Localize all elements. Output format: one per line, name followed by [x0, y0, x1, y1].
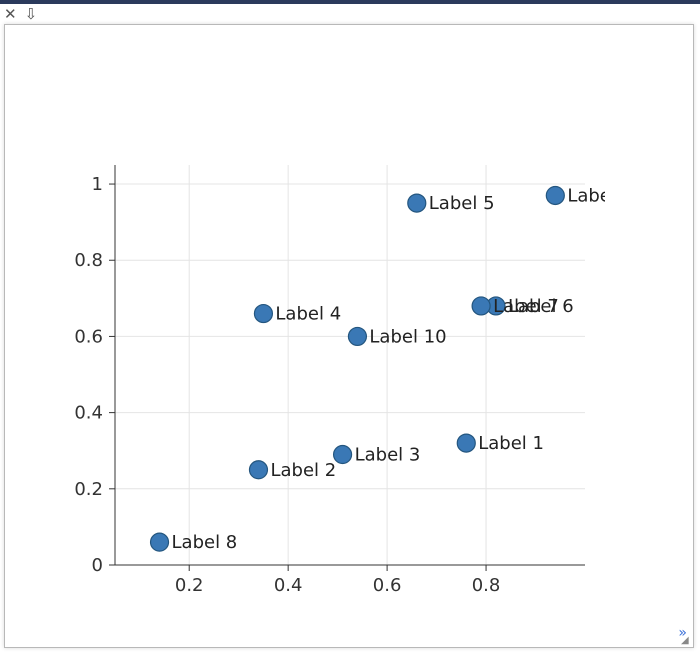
svg-text:0.6: 0.6 [74, 326, 103, 347]
svg-text:0.2: 0.2 [74, 479, 103, 500]
svg-text:0: 0 [92, 555, 103, 576]
chart-panel: 0.2 0.4 0.6 0.8 0 0.2 0.4 0.6 0.8 1 Label 1 Label 2… [4, 24, 694, 648]
data-point[interactable] [249, 461, 267, 479]
data-point[interactable] [408, 194, 426, 212]
toolbar: ✕ ⇩ [0, 4, 700, 24]
svg-text:1: 1 [92, 174, 103, 195]
data-point[interactable] [254, 305, 272, 323]
chart-area: 0.2 0.4 0.6 0.8 0 0.2 0.4 0.6 0.8 1 Label 1 Label 2… [5, 25, 693, 647]
data-label: Label 4 [275, 304, 341, 325]
scatter-plot: 0.2 0.4 0.6 0.8 0 0.2 0.4 0.6 0.8 1 Label 1 Label 2… [5, 25, 693, 647]
data-point[interactable] [546, 186, 564, 204]
svg-text:0.8: 0.8 [472, 575, 501, 596]
data-point[interactable] [334, 446, 352, 464]
data-label: Label 5 [429, 193, 495, 214]
export-icon[interactable]: ⇩ [25, 5, 38, 23]
svg-text:0.4: 0.4 [274, 575, 303, 596]
resize-grip-icon[interactable]: ◢ [681, 635, 691, 645]
data-point[interactable] [472, 297, 490, 315]
data-label: Label 10 [369, 326, 446, 347]
data-label: Label 9 [567, 185, 633, 206]
svg-text:0.6: 0.6 [373, 575, 402, 596]
data-label: Label 8 [172, 532, 238, 553]
close-icon[interactable]: ✕ [4, 5, 17, 23]
data-label: Label 1 [478, 433, 544, 454]
data-point[interactable] [348, 327, 366, 345]
svg-text:0.8: 0.8 [74, 250, 103, 271]
data-label: Label 3 [355, 445, 421, 466]
data-point[interactable] [151, 533, 169, 551]
svg-text:0.4: 0.4 [74, 403, 103, 424]
data-label: Label 2 [270, 460, 336, 481]
data-label: Label 7 [493, 296, 559, 317]
svg-text:0.2: 0.2 [175, 575, 204, 596]
data-point[interactable] [457, 434, 475, 452]
